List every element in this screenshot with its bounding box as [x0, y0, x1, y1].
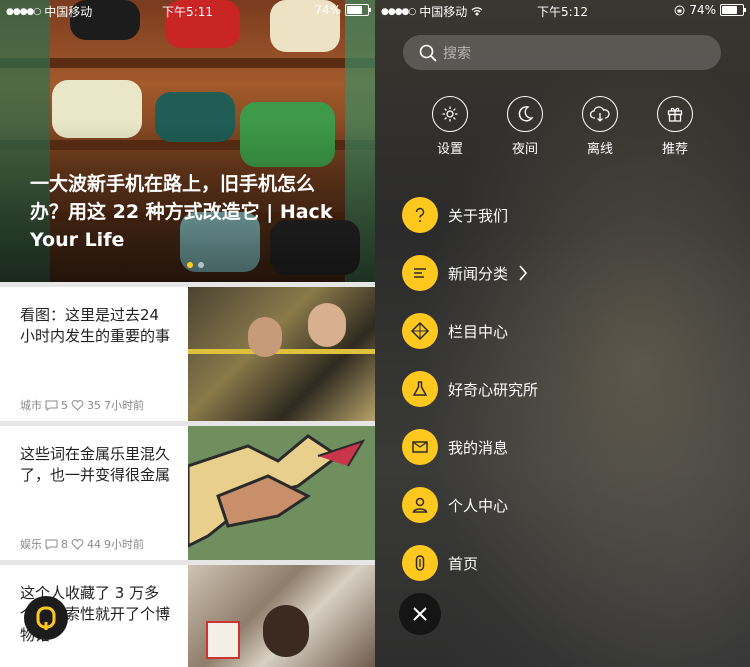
like-count: 44 — [87, 537, 101, 551]
pager-dot — [198, 262, 204, 268]
diamond-icon — [410, 321, 430, 341]
moon-icon — [518, 106, 534, 122]
comment-count: 8 — [61, 537, 68, 551]
hero-banner[interactable]: 一大波新手机在路上，旧手机怎么办？用这 22 种方式改造它 | Hack You… — [0, 0, 375, 282]
logo-icon — [36, 606, 56, 630]
menu-label: 关于我们 — [448, 206, 509, 225]
flask-icon — [412, 381, 428, 396]
mail-icon — [412, 441, 428, 453]
hero-pager — [187, 262, 204, 268]
cloud-download-icon — [590, 106, 610, 122]
menu-label: 新闻分类 — [448, 264, 509, 283]
status-bar: ●●●●○ 中国移动 下午5:12 74% — [375, 0, 750, 20]
article-category: 娱乐 — [20, 538, 42, 551]
offline-button[interactable]: 离线 — [570, 96, 630, 157]
menu-item-messages[interactable]: 我的消息 — [402, 429, 508, 465]
menu-item-columns[interactable]: 栏目中心 — [402, 313, 508, 349]
search-placeholder: 搜索 — [443, 45, 471, 62]
side-menu-screen: ●●●●○ 中国移动 下午5:12 74% 搜索 设置 夜间 离线 推荐 关于我… — [375, 0, 750, 667]
menu-label: 我的消息 — [448, 438, 509, 457]
shelf — [0, 58, 375, 68]
user-icon — [412, 497, 428, 513]
list-icon — [414, 268, 426, 278]
article-thumbnail — [186, 426, 375, 560]
menu-item-lab[interactable]: 好奇心研究所 — [402, 371, 538, 407]
settings-button[interactable]: 设置 — [420, 96, 480, 157]
menu-label: 栏目中心 — [448, 322, 509, 341]
question-icon — [415, 207, 425, 222]
article-thumbnail — [188, 565, 375, 667]
menu-label: 首页 — [448, 554, 479, 573]
paperclip-icon — [415, 555, 425, 571]
chevron-right-icon — [519, 265, 528, 281]
article-card[interactable]: 这些词在金属乐里混久了，也一并变得很金属 娱乐 8 44 9小时前 — [0, 426, 375, 560]
article-thumbnail — [188, 287, 375, 421]
article-feed-screen: 一大波新手机在路上，旧手机怎么办？用这 22 种方式改造它 | Hack You… — [0, 0, 375, 667]
menu-label: 个人中心 — [448, 496, 509, 515]
article-title: 看图：这里是过去24小时内发生的重要的事 — [20, 306, 171, 345]
battery-percent: 74% — [689, 3, 716, 17]
article-meta: 城市 5 35 7小时前 — [20, 397, 144, 413]
close-menu-button[interactable] — [399, 593, 441, 635]
hero-title[interactable]: 一大波新手机在路上，旧手机怎么办？用这 22 种方式改造它 | Hack You… — [30, 170, 350, 254]
status-bar: ●●●●○ 中国移动 下午5:11 74% — [0, 0, 375, 20]
comment-icon — [45, 539, 58, 550]
close-icon — [413, 607, 427, 621]
article-card[interactable]: 看图：这里是过去24小时内发生的重要的事 城市 5 35 7小时前 — [0, 287, 375, 421]
search-bar[interactable]: 搜索 — [403, 35, 721, 70]
pager-dot-active — [187, 262, 193, 268]
article-time: 7小时前 — [104, 399, 144, 412]
article-meta: 娱乐 8 44 9小时前 — [20, 536, 144, 552]
night-mode-button[interactable]: 夜间 — [495, 96, 555, 157]
comment-count: 5 — [61, 398, 68, 412]
menu-item-categories[interactable]: 新闻分类 — [402, 255, 528, 291]
comment-icon — [45, 400, 58, 411]
offline-label: 离线 — [586, 142, 613, 157]
menu-label: 好奇心研究所 — [448, 380, 539, 399]
rotation-lock-icon — [674, 5, 685, 15]
menu-item-about[interactable]: 关于我们 — [402, 197, 508, 233]
like-count: 35 — [87, 398, 101, 412]
search-icon — [419, 44, 437, 62]
article-title: 这些词在金属乐里混久了，也一并变得很金属 — [20, 445, 171, 484]
article-time: 9小时前 — [104, 538, 144, 551]
recommend-button[interactable]: 推荐 — [645, 96, 705, 157]
app-logo-button[interactable] — [24, 596, 68, 640]
menu-item-profile[interactable]: 个人中心 — [402, 487, 508, 523]
settings-label: 设置 — [436, 142, 463, 157]
heart-icon — [71, 399, 84, 411]
heart-icon — [71, 538, 84, 550]
battery-percent: 74% — [314, 3, 341, 17]
battery-icon — [720, 4, 746, 16]
battery-icon — [345, 4, 371, 16]
night-mode-label: 夜间 — [511, 142, 538, 157]
menu-item-home[interactable]: 首页 — [402, 545, 478, 581]
gear-icon — [442, 106, 458, 122]
gift-icon — [667, 107, 683, 122]
recommend-label: 推荐 — [661, 142, 688, 157]
article-category: 城市 — [20, 399, 42, 412]
